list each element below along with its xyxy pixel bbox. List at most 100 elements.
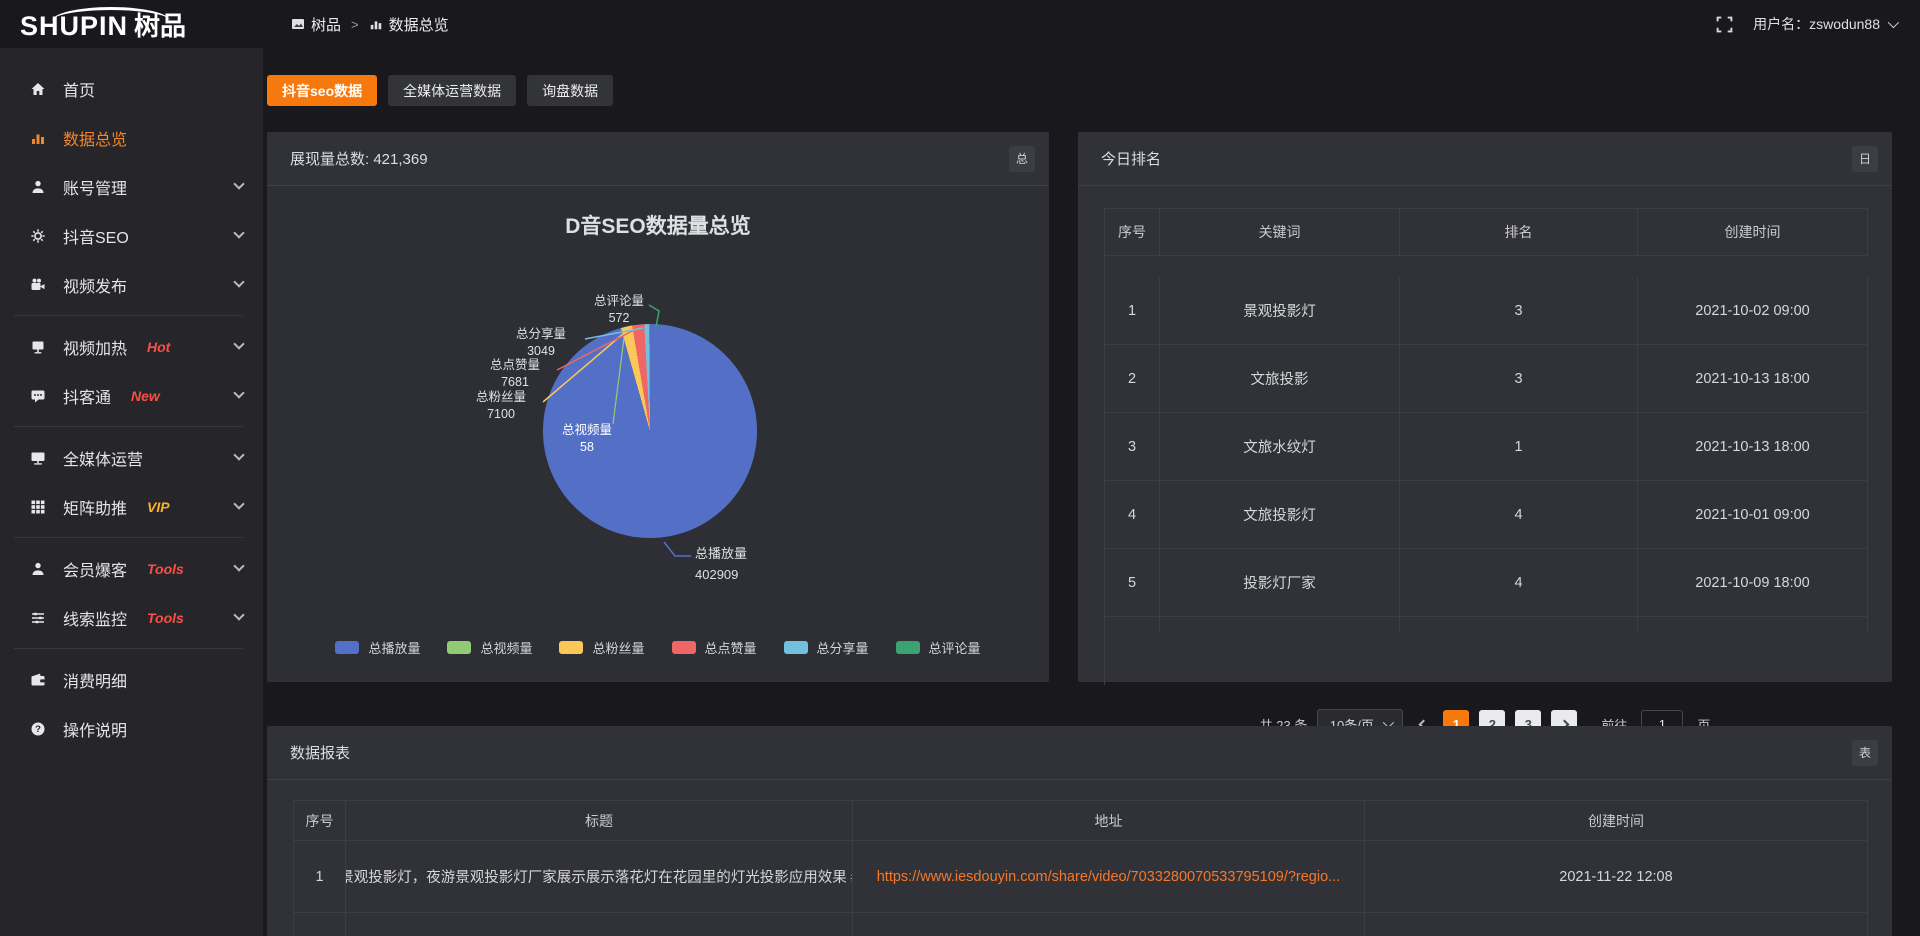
table-view-button[interactable]: 表 bbox=[1852, 740, 1878, 766]
pie-label-name: 总播放量 bbox=[695, 543, 825, 564]
tab-inquiry-data[interactable]: 询盘数据 bbox=[527, 75, 613, 106]
logo[interactable]: SHUPIN 树品 bbox=[0, 6, 263, 43]
sidebar-divider bbox=[14, 426, 243, 427]
sidebar-item-label: 全媒体运营 bbox=[63, 446, 143, 470]
sidebar-item-account[interactable]: 账号管理 bbox=[0, 162, 263, 211]
ranking-panel-header: 今日排名 日 bbox=[1078, 132, 1892, 186]
total-view-button[interactable]: 总 bbox=[1009, 146, 1035, 172]
table-cell-clipped bbox=[1400, 617, 1638, 631]
report-url-link[interactable]: https://www.iesdouyin.com/share/video/70… bbox=[853, 841, 1365, 913]
legend-label: 总播放量 bbox=[368, 638, 420, 657]
topbar-right: 用户名：zswodun88 bbox=[1716, 14, 1920, 34]
badge-tools: Tools bbox=[147, 561, 184, 577]
report-title-cell: 景观投影灯，夜游景观投影灯厂家展示展示落花灯在花园里的灯光投影应用效果 # bbox=[346, 841, 853, 913]
sidebar-item-douyin-seo[interactable]: 抖音SEO bbox=[0, 211, 263, 260]
legend-item-comments[interactable]: 总评论量 bbox=[896, 638, 981, 657]
sidebar-item-home[interactable]: 首页 bbox=[0, 64, 263, 113]
column-header: 排名 bbox=[1400, 209, 1638, 256]
table-cell: 1 bbox=[1105, 277, 1160, 345]
tab-douyin-seo-data[interactable]: 抖音seo数据 bbox=[267, 75, 377, 106]
sidebar-item-video-heat[interactable]: 视频加热 Hot bbox=[0, 322, 263, 371]
sidebar-item-media-operation[interactable]: 全媒体运营 bbox=[0, 433, 263, 482]
table-cell-clipped bbox=[1365, 913, 1868, 936]
photo-icon bbox=[291, 17, 305, 31]
overview-panel-header: 展现量总数: 421,369 总 bbox=[267, 132, 1049, 186]
sidebar-item-data-overview[interactable]: 数据总览 bbox=[0, 113, 263, 162]
chevron-down-icon bbox=[233, 560, 244, 571]
pie-label-name: 总粉丝量 bbox=[441, 389, 561, 406]
legend-label: 总点赞量 bbox=[705, 638, 757, 657]
table-cell: 文旅投影 bbox=[1160, 345, 1400, 413]
legend-item-shares[interactable]: 总分享量 bbox=[784, 638, 869, 657]
chevron-down-icon bbox=[233, 178, 244, 189]
sidebar-item-doketong[interactable]: 抖客通 New bbox=[0, 371, 263, 420]
day-view-button[interactable]: 日 bbox=[1852, 146, 1878, 172]
ranking-panel: 今日排名 日 序号 关键词 排名 创建时间 1 景观投影灯 3 2021-10-… bbox=[1078, 132, 1892, 682]
sliders-icon bbox=[28, 610, 48, 626]
breadcrumb-root[interactable]: 树品 bbox=[291, 14, 341, 35]
pie-label-name: 总点赞量 bbox=[455, 357, 575, 374]
sidebar-item-consumption[interactable]: 消费明细 bbox=[0, 655, 263, 704]
sidebar-divider bbox=[14, 315, 243, 316]
screen-icon bbox=[28, 339, 48, 355]
table-cell: 2021-11-22 12:08 bbox=[1365, 841, 1868, 913]
sidebar-item-instructions[interactable]: ? 操作说明 bbox=[0, 704, 263, 753]
legend-label: 总评论量 bbox=[929, 638, 981, 657]
sidebar-item-video-publish[interactable]: 视频发布 bbox=[0, 260, 263, 309]
data-tabs: 抖音seo数据 全媒体运营数据 询盘数据 bbox=[267, 75, 1920, 106]
table-cell: 3 bbox=[1105, 413, 1160, 481]
report-table: 序号 标题 地址 创建时间 1 景观投影灯，夜游景观投影灯厂家展示展示落花灯在花… bbox=[293, 800, 1868, 936]
column-header: 标题 bbox=[346, 801, 853, 841]
svg-text:?: ? bbox=[35, 724, 41, 735]
pie-label-fans: 总粉丝量 7100 bbox=[441, 389, 561, 423]
column-header: 创建时间 bbox=[1365, 801, 1868, 841]
breadcrumb-separator: > bbox=[351, 17, 359, 32]
table-cell: 文旅水纹灯 bbox=[1160, 413, 1400, 481]
legend-item-likes[interactable]: 总点赞量 bbox=[672, 638, 757, 657]
question-icon: ? bbox=[28, 721, 48, 737]
breadcrumb: 树品 > 数据总览 bbox=[291, 14, 449, 35]
table-cell-clipped bbox=[853, 913, 1365, 936]
chevron-down-icon bbox=[233, 609, 244, 620]
table-cell-clipped bbox=[1105, 617, 1160, 631]
legend-item-fans[interactable]: 总粉丝量 bbox=[559, 638, 644, 657]
table-cell: 1 bbox=[1400, 413, 1638, 481]
legend-label: 总视频量 bbox=[480, 638, 532, 657]
breadcrumb-current-label: 数据总览 bbox=[389, 14, 449, 35]
pie-label-value: 58 bbox=[527, 439, 647, 456]
home-icon bbox=[28, 81, 48, 97]
fullscreen-icon[interactable] bbox=[1716, 16, 1733, 33]
legend-item-plays[interactable]: 总播放量 bbox=[335, 638, 420, 657]
table-cell: 2021-10-13 18:00 bbox=[1638, 413, 1868, 481]
sidebar-item-label: 首页 bbox=[63, 77, 95, 101]
sidebar-item-clue-monitor[interactable]: 线索监控 Tools bbox=[0, 593, 263, 642]
user-icon bbox=[28, 179, 48, 195]
chat-icon bbox=[28, 388, 48, 404]
tab-media-operation-data[interactable]: 全媒体运营数据 bbox=[388, 75, 516, 106]
overview-panel: 展现量总数: 421,369 总 D音SEO数据量总览 bbox=[267, 132, 1049, 682]
panel-row: 展现量总数: 421,369 总 D音SEO数据量总览 bbox=[267, 132, 1892, 682]
sidebar-item-matrix-boost[interactable]: 矩阵助推 VIP bbox=[0, 482, 263, 531]
legend-item-videos[interactable]: 总视频量 bbox=[447, 638, 532, 657]
sidebar-item-label: 抖音SEO bbox=[63, 224, 129, 248]
table-cell: 2021-10-02 09:00 bbox=[1638, 277, 1868, 345]
legend-swatch bbox=[672, 641, 696, 654]
badge-vip: VIP bbox=[147, 499, 170, 515]
monitor-icon bbox=[28, 450, 48, 466]
sidebar-item-member-baoke[interactable]: 会员爆客 Tools bbox=[0, 544, 263, 593]
app-root: SHUPIN 树品 树品 > 数据总览 用户名：zswodun88 bbox=[0, 0, 1920, 936]
table-cell: 2021-10-09 18:00 bbox=[1638, 549, 1868, 617]
pie-label-name: 总视频量 bbox=[527, 422, 647, 439]
report-panel: 数据报表 表 序号 标题 地址 创建时间 1 景观投影灯，夜游景观投影灯厂家展示… bbox=[267, 726, 1892, 936]
breadcrumb-root-label: 树品 bbox=[311, 14, 341, 35]
table-cell: 1 bbox=[294, 841, 346, 913]
sidebar-divider bbox=[14, 648, 243, 649]
user-menu[interactable]: 用户名：zswodun88 bbox=[1753, 14, 1896, 34]
table-cell: 2021-10-13 18:00 bbox=[1638, 345, 1868, 413]
badge-tools: Tools bbox=[147, 610, 184, 626]
breadcrumb-current[interactable]: 数据总览 bbox=[369, 14, 449, 35]
pie-label-likes: 总点赞量 7681 bbox=[455, 357, 575, 391]
main-content: 抖音seo数据 全媒体运营数据 询盘数据 展现量总数: 421,369 总 D音… bbox=[263, 48, 1920, 936]
chevron-down-icon bbox=[233, 276, 244, 287]
table-cell: 5 bbox=[1105, 549, 1160, 617]
